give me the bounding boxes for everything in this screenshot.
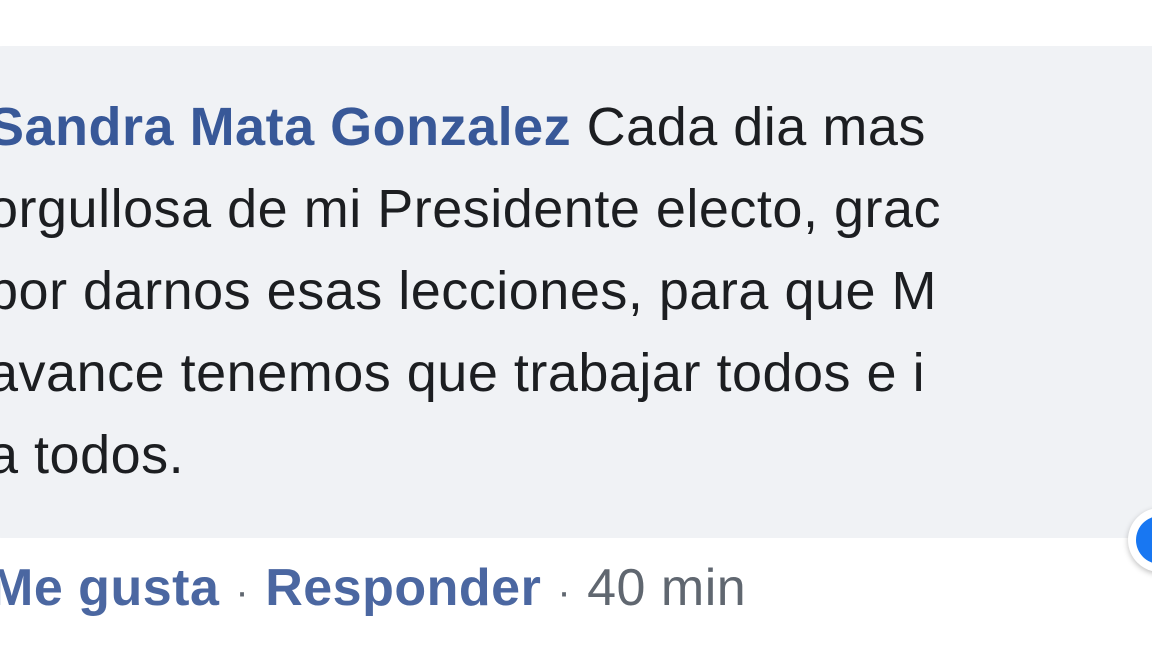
like-reaction-icon-fill [1136, 516, 1152, 564]
action-separator: · [235, 570, 250, 614]
comment-timestamp[interactable]: 40 min [587, 559, 746, 617]
comment-text-line-4: avance tenemos que trabajar todos e i [0, 343, 926, 403]
comment-text-line-1: Cada dia mas [586, 97, 926, 157]
comment-body: Sandra Mata Gonzalez Cada dia mas orgull… [0, 86, 1152, 496]
comment-actions: Me gusta · Responder · 40 min [0, 548, 746, 628]
action-separator: · [557, 570, 572, 614]
comment-screenshot: Sandra Mata Gonzalez Cada dia mas orgull… [0, 0, 1152, 648]
reply-button[interactable]: Responder [265, 559, 541, 617]
comment-text-line-2: orgullosa de mi Presidente electo, grac [0, 179, 942, 239]
comment-text-line-5: a todos. [0, 425, 185, 485]
comment-author-link[interactable]: Sandra Mata Gonzalez [0, 97, 571, 157]
like-button[interactable]: Me gusta [0, 559, 219, 617]
comment-text-line-3: por darnos esas lecciones, para que M [0, 261, 938, 321]
